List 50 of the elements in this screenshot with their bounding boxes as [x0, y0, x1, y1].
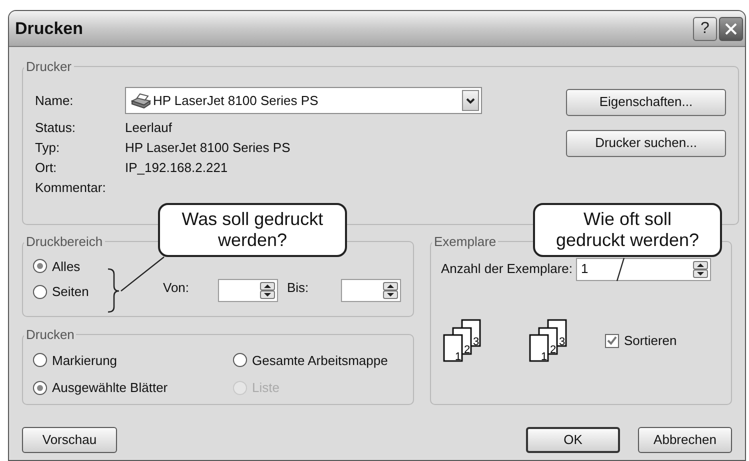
spinner-icon[interactable]: [693, 260, 708, 278]
radio-button[interactable]: [33, 284, 47, 299]
printer-icon: [130, 92, 152, 108]
close-button[interactable]: [719, 16, 743, 40]
field-label: Von:: [163, 279, 190, 297]
radio-label: Seiten: [52, 283, 89, 301]
dialog-button[interactable]: OK: [526, 427, 620, 453]
dialog-button[interactable]: Drucker suchen...: [566, 130, 726, 156]
field-label: Kommentar:: [35, 178, 107, 197]
callout-text: Was soll gedruckt: [182, 209, 324, 230]
radio-button[interactable]: [33, 380, 47, 395]
field-value: Leerlauf: [125, 118, 172, 137]
field-label: Bis:: [287, 279, 310, 297]
spinner-icon[interactable]: [260, 282, 275, 298]
field-value: IP_192.168.2.221: [125, 158, 228, 177]
dialog-button[interactable]: Vorschau: [22, 427, 117, 453]
radio-button[interactable]: [233, 353, 247, 368]
dialog-button[interactable]: Abbrechen: [638, 427, 732, 453]
close-icon: [724, 22, 738, 36]
checkbox-label: Sortieren: [624, 332, 677, 350]
printer-dropdown[interactable]: HP LaserJet 8100 Series PS: [125, 87, 482, 114]
field-label: Anzahl der Exemplare:: [441, 260, 574, 278]
callout-text: gedruckt werden?: [556, 230, 700, 251]
group-title: Druckbereich: [25, 233, 104, 251]
callout-text: werden?: [218, 230, 288, 251]
radio-button[interactable]: [33, 259, 47, 274]
number-field[interactable]: [341, 278, 401, 302]
group-title: Exemplare: [433, 233, 498, 251]
field-value: HP LaserJet 8100 Series PS: [125, 138, 290, 157]
number-field[interactable]: [218, 278, 278, 302]
callout-text: Wie oft soll: [583, 209, 672, 230]
field-label: Ort:: [35, 158, 58, 177]
group-title: Drucken: [25, 326, 76, 344]
number-field[interactable]: 1: [576, 258, 711, 280]
group-title: Drucker: [25, 58, 73, 76]
window-title: Drucken: [15, 18, 84, 40]
help-button[interactable]: ?: [693, 16, 717, 40]
dialog-button[interactable]: Eigenschaften...: [566, 88, 726, 116]
field-label: Typ:: [35, 138, 61, 157]
radio-label: Alles: [52, 258, 80, 276]
radio-label: Gesamte Arbeitsmappe: [252, 352, 388, 370]
field-label: Status:: [35, 118, 76, 137]
printer-name: HP LaserJet 8100 Series PS: [153, 92, 320, 110]
spinner-icon[interactable]: [383, 282, 398, 298]
field-label: Name:: [35, 92, 74, 110]
radio-label: Ausgewählte Blätter: [52, 379, 168, 397]
curly-brace: [108, 268, 120, 313]
radio-button[interactable]: [33, 353, 47, 368]
checkbox[interactable]: [605, 334, 619, 348]
radio-label: Markierung: [52, 352, 118, 370]
